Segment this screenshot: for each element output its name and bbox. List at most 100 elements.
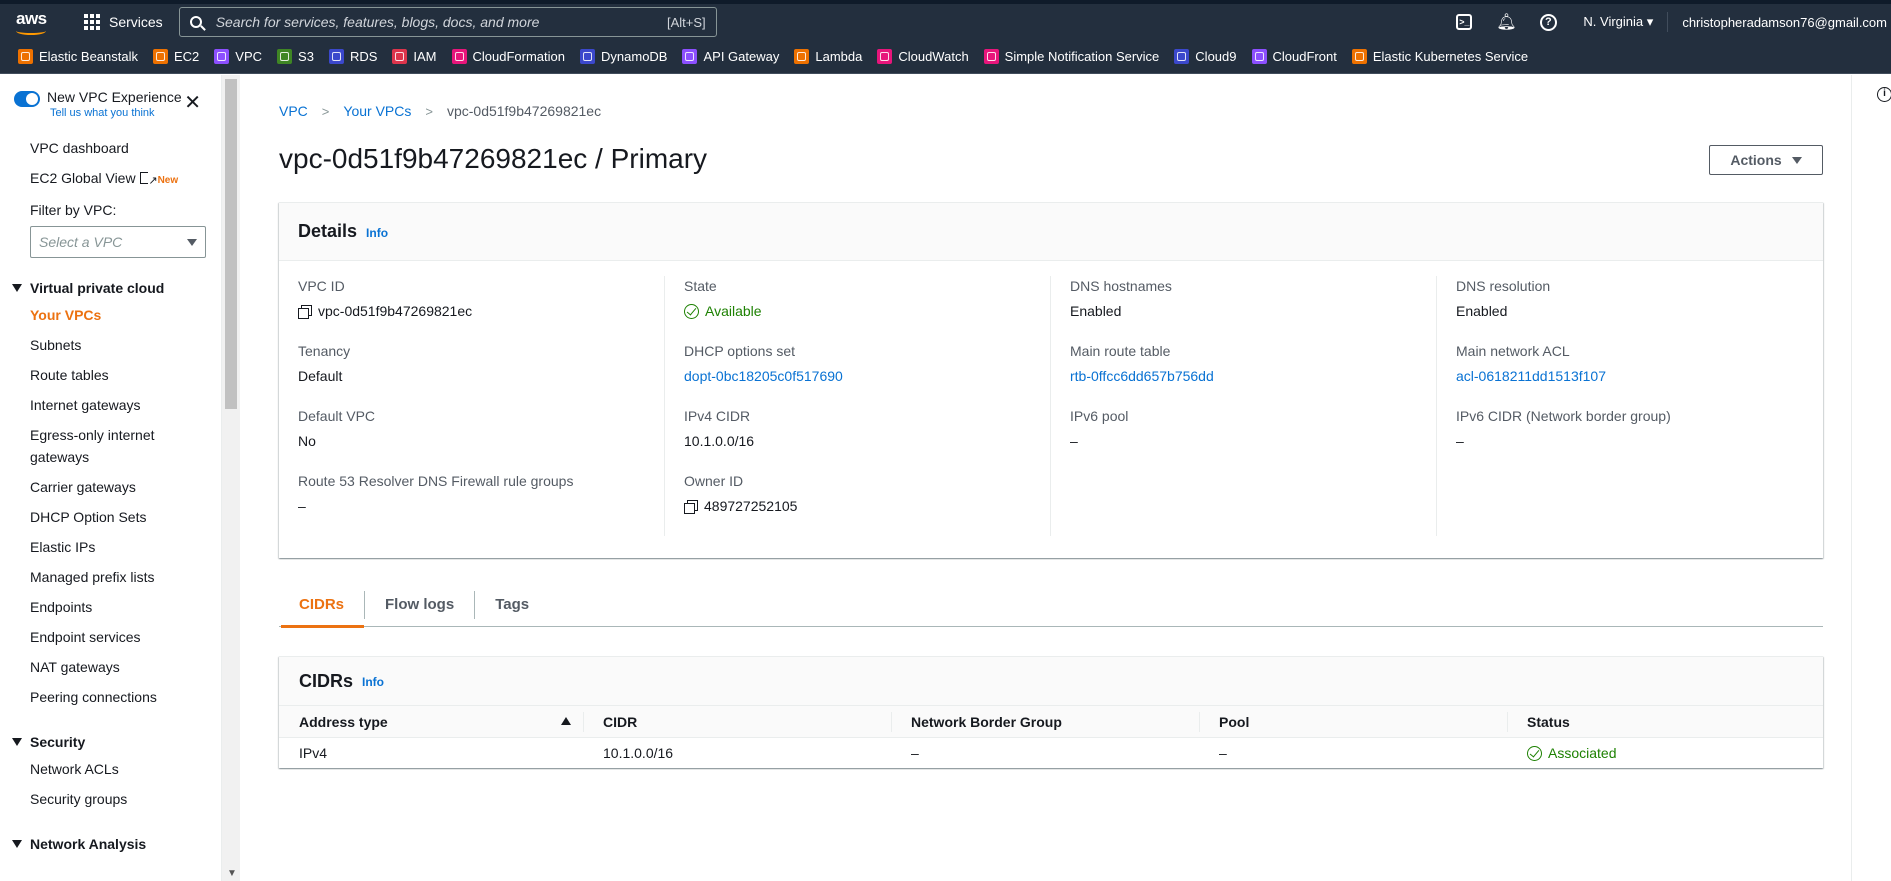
cidrs-info-link[interactable]: Info <box>362 675 384 689</box>
sidebar-item-endpoint-services[interactable]: Endpoint services <box>0 622 221 652</box>
detail-value-text[interactable]: rtb-0ffcc6dd657b756dd <box>1070 365 1214 387</box>
section-security[interactable]: Security <box>0 730 221 754</box>
favorite-cloudwatch[interactable]: CloudWatch <box>877 49 969 64</box>
sidebar-item-network-acls[interactable]: Network ACLs <box>0 754 221 784</box>
help-button[interactable]: ? <box>1527 2 1569 42</box>
favorite-cloudfront[interactable]: CloudFront <box>1251 49 1337 64</box>
favorite-simple-notification-service[interactable]: Simple Notification Service <box>983 49 1159 64</box>
detail-label: DNS hostnames <box>1070 278 1172 294</box>
favorite-cloud9[interactable]: Cloud9 <box>1174 49 1237 64</box>
breadcrumb-vpc[interactable]: VPC <box>279 103 308 119</box>
detail-value: Enabled <box>1070 300 1436 322</box>
vpc-icon <box>214 49 230 64</box>
tab-cidrs[interactable]: CIDRs <box>279 583 365 628</box>
column-header-cidr[interactable]: CIDR <box>583 711 891 732</box>
favorite-label: IAM <box>413 49 437 64</box>
favorite-label: CloudFormation <box>472 49 566 64</box>
favorite-label: Elastic Beanstalk <box>39 49 138 64</box>
sidebar-scrollbar[interactable]: ▼ <box>222 75 240 881</box>
sidebar-item-elastic-ips[interactable]: Elastic IPs <box>0 532 221 562</box>
tab-tags[interactable]: Tags <box>475 583 549 627</box>
favorite-iam[interactable]: IAM <box>392 49 437 64</box>
sidebar-item-managed-prefix-lists[interactable]: Managed prefix lists <box>0 562 221 592</box>
sort-ascending-icon[interactable] <box>561 716 571 725</box>
favorite-dynamodb[interactable]: DynamoDB <box>580 49 667 64</box>
detail-value-text[interactable]: dopt-0bc18205c0f517690 <box>684 365 843 387</box>
favorite-lambda[interactable]: Lambda <box>794 49 862 64</box>
sidebar-item-security-groups[interactable]: Security groups <box>0 784 221 814</box>
account-menu[interactable]: christopheradamson76@gmail.com <box>1668 15 1891 30</box>
sidebar-item-ec2-global-view[interactable]: EC2 Global View New <box>0 163 221 196</box>
breadcrumb-your-vpcs[interactable]: Your VPCs <box>343 103 411 119</box>
sidebar-item-nat-gateways[interactable]: NAT gateways <box>0 652 221 682</box>
sidebar-item-egress-only-internet-gateways[interactable]: Egress-only internet gateways <box>0 420 170 472</box>
column-header-network-border-group[interactable]: Network Border Group <box>891 711 1199 732</box>
collapse-triangle-icon <box>12 840 22 848</box>
favorite-elastic-beanstalk[interactable]: Elastic Beanstalk <box>18 49 138 64</box>
sidebar-item-your-vpcs[interactable]: Your VPCs <box>0 300 221 330</box>
region-selector[interactable]: N. Virginia ▾ <box>1569 14 1667 30</box>
cloudshell-button[interactable]: >_ <box>1443 2 1485 42</box>
collapse-triangle-icon <box>12 738 22 746</box>
tab-flow-logs[interactable]: Flow logs <box>365 583 474 627</box>
sidebar-item-peering-connections[interactable]: Peering connections <box>0 682 221 712</box>
detail-value: 489727252105 <box>684 495 1050 517</box>
favorite-ec2[interactable]: EC2 <box>153 49 199 64</box>
copy-icon[interactable] <box>298 304 312 319</box>
elastic-kubernetes-service-icon <box>1351 49 1367 64</box>
search-input[interactable]: Search for services, features, blogs, do… <box>178 7 717 37</box>
detail-value-text[interactable]: acl-0618211dd1513f107 <box>1456 365 1606 387</box>
sidebar-item-route-tables[interactable]: Route tables <box>0 360 221 390</box>
detail-value[interactable]: acl-0618211dd1513f107 <box>1456 365 1823 387</box>
ec2-global-view-label: EC2 Global View <box>30 170 136 186</box>
detail-value-text: Available <box>705 303 762 319</box>
caret-down-icon <box>187 238 197 246</box>
scroll-down-icon[interactable]: ▼ <box>227 868 237 879</box>
favorite-elastic-kubernetes-service[interactable]: Elastic Kubernetes Service <box>1351 49 1528 64</box>
cidrs-panel: CIDRs Info Address type CIDR Network Bor… <box>279 656 1823 768</box>
new-vpc-experience-toggle[interactable] <box>14 91 40 107</box>
detail-value[interactable]: rtb-0ffcc6dd657b756dd <box>1070 365 1436 387</box>
actions-button[interactable]: Actions <box>1709 145 1823 175</box>
detail-value: 10.1.0.0/16 <box>684 430 1050 452</box>
copy-icon[interactable] <box>684 499 698 514</box>
region-label: N. Virginia <box>1583 14 1644 29</box>
details-info-link[interactable]: Info <box>366 226 388 240</box>
close-icon[interactable]: ✕ <box>184 93 201 113</box>
detail-label: VPC ID <box>298 278 345 294</box>
section-virtual-private-cloud[interactable]: Virtual private cloud <box>0 276 221 300</box>
section-network-analysis[interactable]: Network Analysis <box>0 832 221 856</box>
column-header-address-type[interactable]: Address type <box>279 712 583 732</box>
sidebar-item-vpc-dashboard[interactable]: VPC dashboard <box>0 133 221 163</box>
favorite-api-gateway[interactable]: API Gateway <box>682 49 779 64</box>
detail-value[interactable]: dopt-0bc18205c0f517690 <box>684 365 1050 387</box>
details-column-1: VPC ID vpc-0d51f9b47269821ec Tenancy Defaul… <box>279 276 665 536</box>
sidebar-item-endpoints[interactable]: Endpoints <box>0 592 221 622</box>
feedback-link[interactable]: Tell us what you think <box>50 107 182 119</box>
scrollbar-thumb[interactable] <box>225 79 237 409</box>
detail-dhcp-options-set: DHCP options set dopt-0bc18205c0f517690 <box>684 341 1050 406</box>
detail-value-text: Enabled <box>1456 303 1508 319</box>
sidebar-item-subnets[interactable]: Subnets <box>0 330 221 360</box>
sidebar-item-carrier-gateways[interactable]: Carrier gateways <box>0 472 221 502</box>
favorite-label: VPC <box>235 49 263 64</box>
services-menu-button[interactable]: Services <box>84 2 163 42</box>
detail-vpc-id: VPC ID vpc-0d51f9b47269821ec <box>298 276 664 341</box>
bell-icon: 🔔︎ <box>1496 14 1517 31</box>
lambda-icon <box>794 49 810 64</box>
column-header-pool[interactable]: Pool <box>1199 711 1507 732</box>
sidebar-item-dhcp-option-sets[interactable]: DHCP Option Sets <box>0 502 221 532</box>
cloudfront-icon <box>1251 49 1267 64</box>
notifications-button[interactable]: 🔔︎ <box>1485 2 1527 42</box>
details-column-3: DNS hostnames Enabled Main route table rtb-… <box>1051 276 1437 536</box>
detail-value: vpc-0d51f9b47269821ec <box>298 300 664 322</box>
info-icon[interactable]: i <box>1877 87 1891 102</box>
filter-vpc-select[interactable]: Select a VPC <box>30 226 206 258</box>
favorite-rds[interactable]: RDS <box>328 49 377 64</box>
aws-logo[interactable]: aws <box>14 7 52 37</box>
sidebar-item-internet-gateways[interactable]: Internet gateways <box>0 390 221 420</box>
favorite-cloudformation[interactable]: CloudFormation <box>451 49 566 64</box>
favorite-s3[interactable]: S3 <box>277 49 314 64</box>
column-header-status[interactable]: Status <box>1507 711 1807 732</box>
favorite-vpc[interactable]: VPC <box>214 49 262 64</box>
